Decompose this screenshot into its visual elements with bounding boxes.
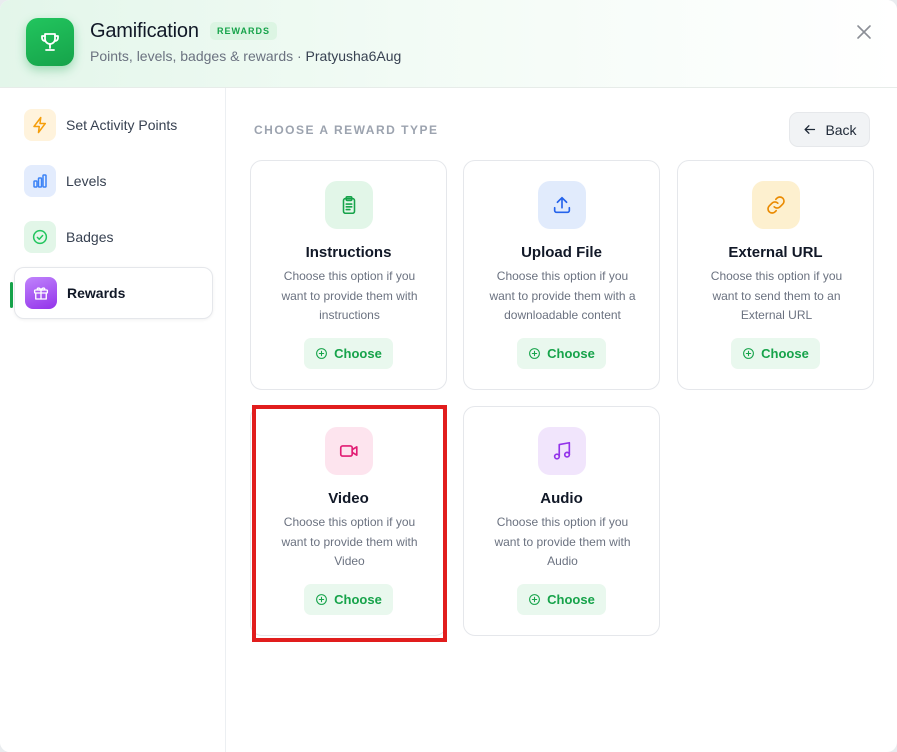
- check-circle-icon: [32, 229, 48, 245]
- plus-circle-icon: [743, 348, 755, 359]
- link-icon: [767, 196, 785, 214]
- sidebar-icon-wrap: [24, 165, 56, 197]
- choose-label: Choose: [761, 346, 809, 361]
- username: Pratyusha6Aug: [305, 48, 402, 64]
- sidebar-item-rewards[interactable]: Rewards: [14, 267, 213, 319]
- sidebar-icon-wrap: [25, 277, 57, 309]
- card-title: Instructions: [305, 244, 392, 261]
- arrow-left-icon: [804, 125, 816, 134]
- modal-title: Gamification: [90, 20, 199, 42]
- plus-circle-icon: [316, 348, 328, 359]
- trophy-logo: [26, 18, 74, 66]
- modal-subtitle: Points, levels, badges & rewards · Praty…: [90, 48, 401, 64]
- card-title: External URL: [728, 244, 823, 261]
- modal-header: Gamification REWARDS Points, levels, bad…: [0, 0, 897, 88]
- choose-label: Choose: [334, 346, 382, 361]
- sidebar-item-label: Rewards: [67, 285, 126, 301]
- sidebar: Set Activity Points Levels Badges Reward…: [0, 88, 226, 752]
- sidebar-item-label: Levels: [66, 173, 107, 189]
- upload-icon: [553, 196, 571, 214]
- active-indicator: [10, 282, 13, 308]
- video-icon: [339, 445, 358, 457]
- card-icon-wrap: [325, 427, 373, 475]
- sidebar-item-label: Set Activity Points: [66, 117, 178, 133]
- rewards-badge: REWARDS: [210, 22, 278, 40]
- clipboard-icon: [342, 195, 356, 215]
- card-description: Choose this option if you want to provid…: [281, 269, 418, 322]
- plus-circle-icon: [316, 594, 328, 605]
- reward-card-instructions[interactable]: Instructions Choose this option if you w…: [250, 160, 447, 390]
- card-description: Choose this option if you want to send t…: [710, 269, 843, 322]
- card-icon-wrap: [538, 427, 586, 475]
- music-icon: [553, 441, 571, 460]
- bar-chart-icon: [33, 174, 47, 188]
- close-button[interactable]: [852, 20, 876, 44]
- choose-label: Choose: [547, 592, 595, 607]
- choose-label: Choose: [334, 592, 382, 607]
- reward-card-external-url[interactable]: External URL Choose this option if you w…: [677, 160, 874, 390]
- choose-button[interactable]: Choose: [731, 338, 820, 369]
- card-icon-wrap: [325, 181, 373, 229]
- card-icon-wrap: [752, 181, 800, 229]
- choose-button[interactable]: Choose: [517, 338, 606, 369]
- sidebar-item-badges[interactable]: Badges: [14, 211, 213, 263]
- choose-button[interactable]: Choose: [304, 338, 393, 369]
- back-label: Back: [825, 121, 857, 138]
- main-content: CHOOSE A REWARD TYPE Back Instructions C…: [226, 88, 897, 752]
- reward-card-video[interactable]: Video Choose this option if you want to …: [250, 406, 447, 636]
- choose-button[interactable]: Choose: [304, 584, 393, 615]
- gift-icon: [33, 287, 49, 300]
- choose-button[interactable]: Choose: [517, 584, 606, 615]
- plus-circle-icon: [529, 594, 541, 605]
- card-description: Choose this option if you want to provid…: [494, 515, 631, 568]
- plus-circle-icon: [529, 348, 541, 359]
- card-icon-wrap: [538, 181, 586, 229]
- choose-label: Choose: [547, 346, 595, 361]
- back-button[interactable]: Back: [789, 112, 870, 147]
- reward-card-upload-file[interactable]: Upload File Choose this option if you wa…: [463, 160, 660, 390]
- lightning-icon: [33, 116, 46, 134]
- sidebar-icon-wrap: [24, 109, 56, 141]
- sidebar-item-set-activity-points[interactable]: Set Activity Points: [14, 99, 213, 151]
- gamification-modal: Gamification REWARDS Points, levels, bad…: [0, 0, 897, 752]
- sidebar-item-levels[interactable]: Levels: [14, 155, 213, 207]
- sidebar-item-label: Badges: [66, 229, 114, 245]
- card-title: Audio: [540, 490, 583, 507]
- subtitle-text: Points, levels, badges & rewards ·: [90, 48, 306, 64]
- section-title: CHOOSE A REWARD TYPE: [254, 123, 439, 137]
- card-description: Choose this option if you want to provid…: [281, 515, 418, 568]
- reward-card-audio[interactable]: Audio Choose this option if you want to …: [463, 406, 660, 636]
- card-title: Upload File: [521, 244, 602, 261]
- card-title: Video: [328, 490, 369, 507]
- card-description: Choose this option if you want to provid…: [489, 269, 636, 322]
- sidebar-icon-wrap: [24, 221, 56, 253]
- close-icon: [857, 25, 871, 39]
- trophy-icon: [41, 33, 59, 51]
